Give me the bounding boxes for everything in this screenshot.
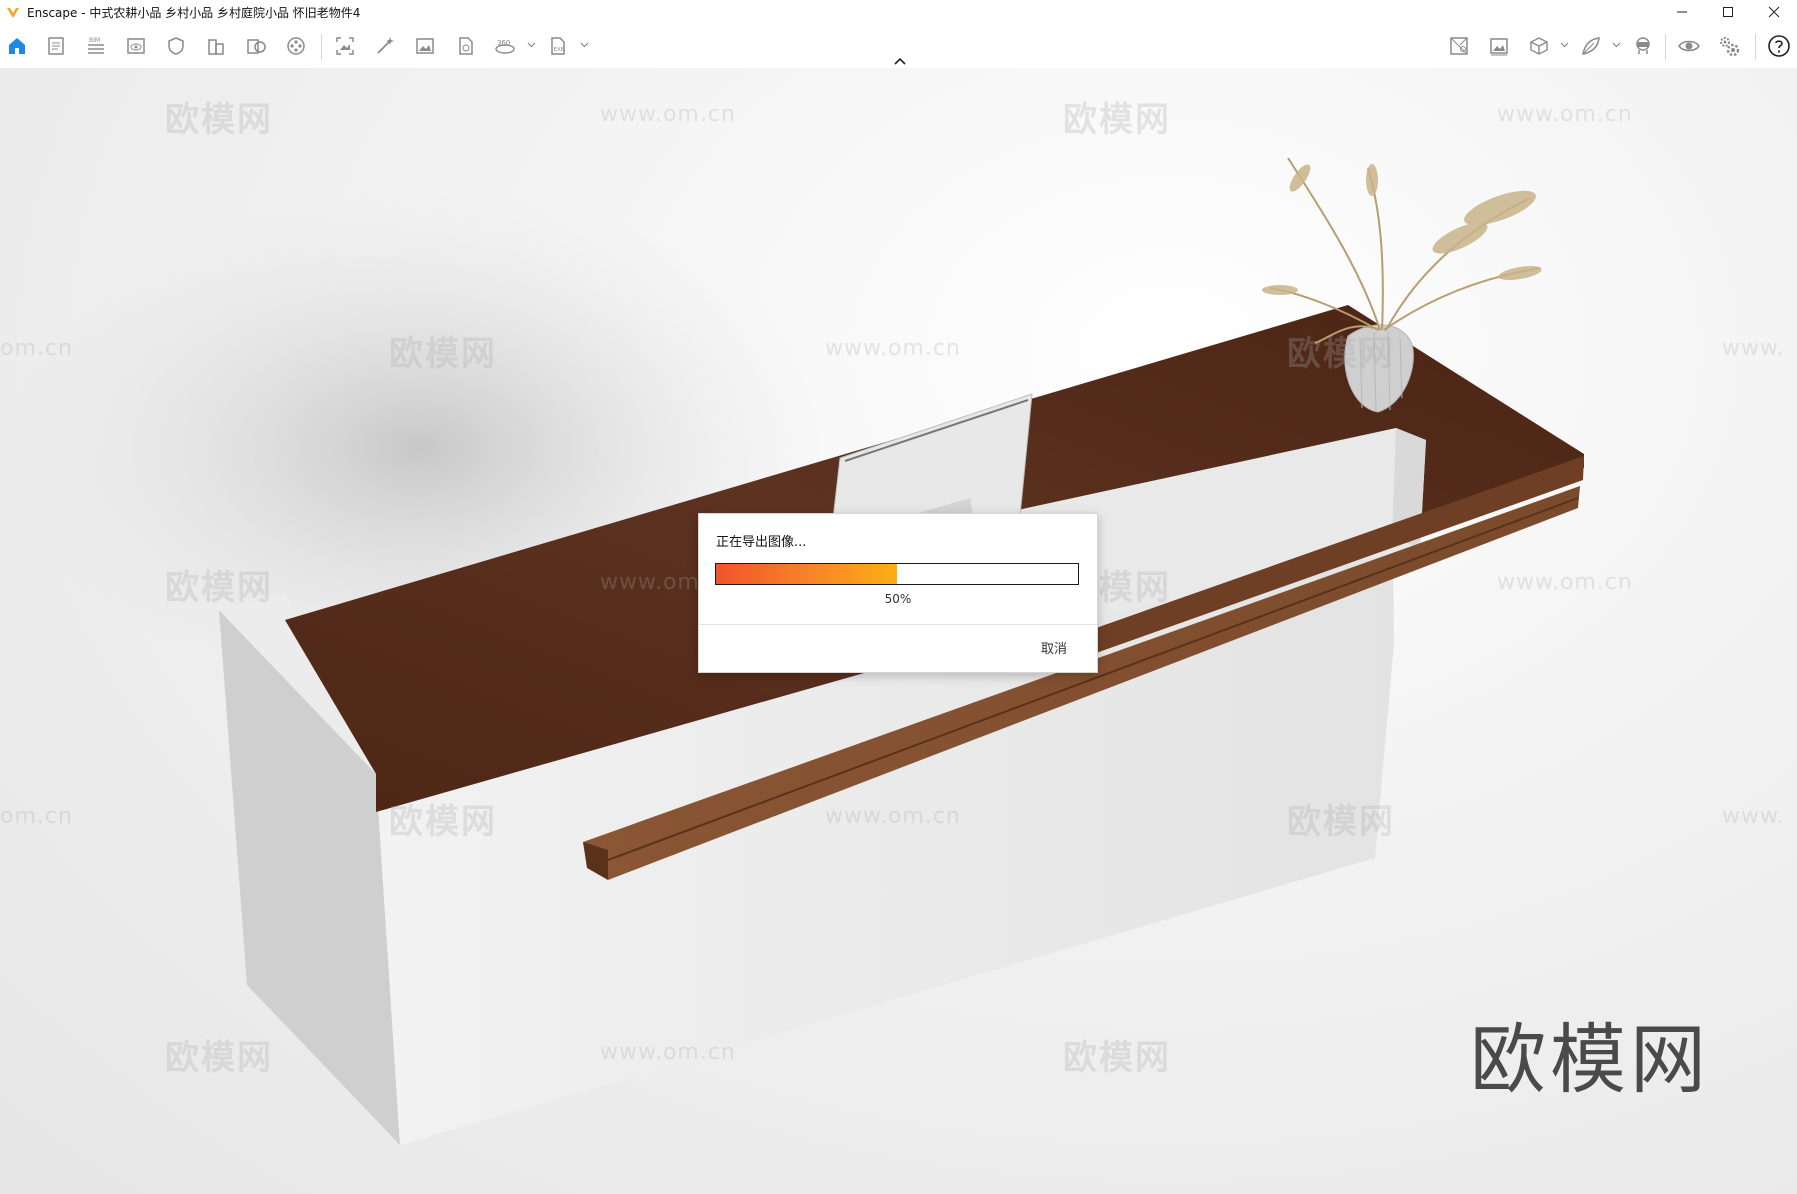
bim-icon: BIM [88, 37, 104, 54]
building-button[interactable] [202, 32, 230, 60]
box-button[interactable] [1525, 32, 1553, 60]
shield-button[interactable] [162, 32, 190, 60]
box-dropdown[interactable] [1559, 40, 1569, 50]
dialog-title: 正在导出图像... [716, 535, 807, 550]
eye-icon [1678, 40, 1700, 52]
panorama-dropdown[interactable] [526, 40, 536, 50]
settings-icon [1720, 37, 1740, 57]
bim-button[interactable]: BIM [82, 32, 110, 60]
window-title: Enscape - 中式农耕小品 乡村小品 乡村庭院小品 怀旧老物件4 [27, 5, 361, 20]
document-icon [48, 37, 64, 55]
document-button[interactable] [42, 32, 70, 60]
exe-export-button[interactable]: EXE [544, 32, 572, 60]
screenshot-icon [336, 37, 354, 55]
image-button[interactable] [411, 32, 439, 60]
exe-export-icon: EXE [551, 37, 565, 55]
building-icon [208, 39, 224, 55]
leaf-icon [1582, 37, 1600, 55]
box-icon [1530, 37, 1548, 55]
minimize-button[interactable] [1659, 0, 1705, 24]
window-controls [1659, 0, 1797, 24]
magic-wand-icon [377, 37, 394, 54]
progress-fill [716, 564, 897, 584]
chevron-up-icon [894, 57, 906, 65]
watermark-url: www.om.cn [825, 336, 961, 361]
vr-headset-button[interactable] [1629, 32, 1657, 60]
gallery-icon [1490, 38, 1508, 56]
gallery-button[interactable] [1485, 32, 1513, 60]
toolbar-collapse-button[interactable] [891, 55, 909, 67]
watermark: 欧模网 [1287, 802, 1395, 842]
minimize-icon [1677, 11, 1687, 13]
close-button[interactable] [1751, 0, 1797, 24]
panorama-360-button[interactable]: 360 [491, 32, 519, 60]
settings-button[interactable] [1715, 32, 1743, 60]
chevron-down-icon [527, 42, 535, 48]
watermark-url: www.om.cn [600, 102, 736, 127]
film-reel-button[interactable] [282, 32, 310, 60]
shield-icon [168, 37, 184, 55]
chevron-down-icon [1612, 42, 1620, 48]
watermark-url: www.om.cn [825, 804, 961, 829]
image-icon [416, 38, 434, 54]
eye-button[interactable] [1675, 32, 1703, 60]
toolbar-separator [1755, 34, 1756, 60]
film-reel-icon [287, 37, 305, 55]
leaf-dropdown[interactable] [1611, 40, 1621, 50]
panorama-360-icon: 360 [495, 39, 515, 54]
map-icon [1450, 37, 1468, 55]
toolbar-separator [321, 34, 322, 60]
title-bar: Enscape - 中式农耕小品 乡村小品 乡村庭院小品 怀旧老物件4 [0, 0, 1797, 24]
help-button[interactable] [1765, 32, 1793, 60]
brand-watermark: 欧模网 [1470, 1015, 1710, 1104]
watermark: 欧模网 [1063, 1038, 1171, 1078]
batch-render-icon [459, 37, 473, 55]
map-button[interactable] [1445, 32, 1473, 60]
asset-library-icon [247, 39, 266, 54]
vr-headset-icon [1636, 37, 1650, 54]
watermark-url: www.om.cn [600, 1040, 736, 1065]
asset-library-button[interactable] [242, 32, 270, 60]
maximize-button[interactable] [1705, 0, 1751, 24]
chevron-down-icon [1560, 42, 1568, 48]
view-icon [127, 38, 145, 54]
view-button[interactable] [122, 32, 150, 60]
cancel-button[interactable]: 取消 [1037, 636, 1071, 658]
watermark: 欧模网 [165, 568, 273, 608]
help-icon [1768, 35, 1790, 57]
watermark-url: www.om.cn [1497, 102, 1633, 127]
progress-percentage: 50% [884, 592, 912, 606]
enscape-logo-icon [5, 4, 21, 20]
progress-bar [715, 563, 1079, 585]
watermark: 欧模网 [165, 1038, 273, 1078]
close-icon [1768, 6, 1780, 18]
chevron-down-icon [580, 42, 588, 48]
leaf-button[interactable] [1577, 32, 1605, 60]
watermark-url: om.cn [0, 336, 73, 361]
dialog-divider [699, 624, 1097, 625]
watermark-url: www. [1722, 804, 1785, 829]
screenshot-button[interactable] [331, 32, 359, 60]
dried-grass [1269, 157, 1541, 344]
svg-text:BIM: BIM [89, 37, 100, 44]
magic-wand-button[interactable] [371, 32, 399, 60]
watermark: 欧模网 [389, 334, 497, 374]
svg-text:EXE: EXE [554, 47, 565, 53]
watermark: 欧模网 [389, 802, 497, 842]
watermark: 欧模网 [1287, 334, 1395, 374]
home-icon [9, 38, 25, 54]
batch-render-button[interactable] [451, 32, 479, 60]
export-progress-dialog: 正在导出图像... 50% 取消 [698, 513, 1098, 673]
toolbar-separator [1665, 34, 1666, 60]
watermark-url: om.cn [0, 804, 73, 829]
export-dropdown[interactable] [579, 40, 589, 50]
watermark-url: www. [1722, 336, 1785, 361]
watermark-url: www.om.cn [1497, 570, 1633, 595]
home-button[interactable] [3, 32, 31, 60]
watermark: 欧模网 [165, 100, 273, 140]
watermark: 欧模网 [1063, 100, 1171, 140]
maximize-icon [1723, 7, 1733, 17]
